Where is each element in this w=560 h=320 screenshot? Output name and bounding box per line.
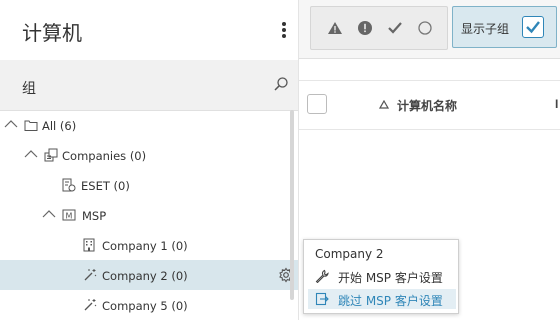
tree-item-label: ESET (0) [81, 179, 130, 193]
svg-text:M: M [66, 212, 73, 221]
show-subgroups-label: 显示子组 [461, 22, 510, 36]
sort-ascending-icon[interactable] [378, 97, 390, 109]
tree-item-label: Company 2 (0) [102, 269, 188, 283]
groups-panel: 计算机 组 All (6) Companies (0) ESET (0) M M… [0, 0, 299, 320]
tree-item-company-2[interactable]: Company 2 (0) [0, 260, 298, 290]
error-icon[interactable] [357, 20, 373, 36]
menu-item-label: 跳过 MSP 客户设置 [338, 294, 443, 308]
context-menu-header: Company 2 [315, 247, 384, 261]
companies-icon [44, 148, 58, 162]
tree-item-msp[interactable]: M MSP [0, 200, 298, 230]
page-title: 计算机 [22, 21, 82, 45]
tree-item-label: All (6) [42, 119, 77, 133]
column-header-computer-name[interactable]: 计算机名称 [397, 97, 457, 114]
toolbar: 显示子组 [299, 0, 560, 59]
column-header-next[interactable]: I [555, 97, 558, 111]
chevron-up-icon[interactable] [4, 118, 18, 128]
tree-item-label: Companies (0) [62, 149, 147, 163]
status-filter-group [310, 6, 448, 50]
menu-item-label: 开始 MSP 客户设置 [338, 271, 443, 285]
tree-item-company-5[interactable]: Company 5 (0) [0, 290, 298, 320]
warning-icon[interactable] [327, 20, 343, 36]
tree-item-label: Company 1 (0) [102, 239, 188, 253]
skip-msp-setup-menu-item[interactable]: 跳过 MSP 客户设置 [308, 289, 456, 309]
show-subgroups-checkbox[interactable] [522, 16, 544, 38]
circle-icon[interactable] [417, 20, 433, 36]
group-label: 组 [22, 81, 36, 97]
chevron-up-icon[interactable] [24, 148, 38, 158]
chevron-up-icon[interactable] [42, 208, 56, 218]
building-icon [82, 238, 96, 252]
skip-icon [315, 292, 329, 306]
search-icon[interactable] [273, 76, 289, 92]
select-all-checkbox[interactable] [307, 94, 327, 114]
tree-scrollbar[interactable] [290, 110, 294, 300]
context-menu: Company 2 开始 MSP 客户设置 跳过 MSP 客户设置 [303, 239, 459, 314]
folder-icon [24, 118, 38, 132]
tree-item-label: Company 5 (0) [102, 299, 188, 313]
company-gear-icon [62, 178, 76, 192]
start-msp-setup-menu-item[interactable]: 开始 MSP 客户设置 [308, 266, 456, 286]
wand-icon [83, 268, 97, 282]
tree-item-eset[interactable]: ESET (0) [0, 170, 298, 200]
tree-item-company-1[interactable]: Company 1 (0) [0, 230, 298, 260]
tree-item-label: MSP [82, 209, 107, 223]
check-icon[interactable] [387, 20, 403, 36]
tree-item-companies[interactable]: Companies (0) [0, 140, 298, 170]
msp-icon: M [62, 208, 76, 222]
table-header: 计算机名称 I [299, 80, 560, 130]
show-subgroups-toggle[interactable]: 显示子组 [452, 6, 557, 48]
tree-item-all[interactable]: All (6) [0, 110, 298, 140]
more-options-icon[interactable] [277, 20, 291, 40]
wrench-icon [315, 269, 329, 284]
group-header: 组 [0, 60, 298, 111]
wand-icon [83, 298, 97, 312]
